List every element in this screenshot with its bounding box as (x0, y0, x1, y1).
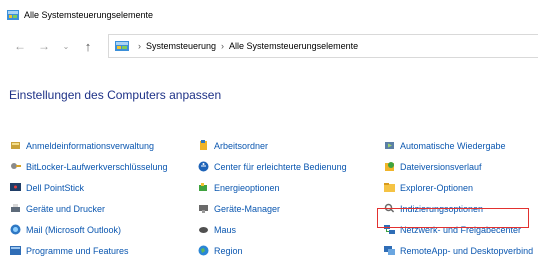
region-icon (198, 245, 209, 256)
item-bitlocker[interactable]: BitLocker-Laufwerkverschlüsselung (10, 156, 168, 177)
device-manager-icon (199, 205, 208, 213)
item-remoteapp[interactable]: RemoteApp- und Desktopverbind (384, 240, 533, 261)
item-programs-features[interactable]: Programme und Features (10, 240, 168, 261)
breadcrumb-separator: › (138, 41, 141, 51)
navigation-bar: ← → ⌄ ↑ › Systemsteuerung › Alle Systems… (0, 34, 538, 58)
item-dell-pointstick[interactable]: Dell PointStick (10, 177, 168, 198)
items-column-2: Arbeitsordner Center für erleichterte Be… (198, 135, 347, 261)
item-region[interactable]: Region (198, 240, 347, 261)
autoplay-icon (385, 142, 394, 149)
item-mail[interactable]: Mail (Microsoft Outlook) (10, 219, 168, 240)
breadcrumb-item[interactable]: Alle Systemsteuerungselemente (229, 41, 358, 51)
credential-manager-icon (11, 142, 20, 149)
item-ease-of-access[interactable]: Center für erleichterte Bedienung (198, 156, 347, 177)
window-title: Alle Systemsteuerungselemente (24, 10, 154, 20)
arrow-up-icon[interactable]: ↑ (78, 36, 98, 56)
item-network-sharing-center[interactable]: Netzwerk- und Freigabecenter (384, 219, 533, 240)
breadcrumb-item[interactable]: Systemsteuerung (146, 41, 216, 51)
control-panel-icon (7, 10, 19, 20)
bitlocker-icon (11, 163, 21, 169)
items-column-1: Anmeldeinformationsverwaltung BitLocker-… (10, 135, 168, 261)
indexing-icon (384, 203, 395, 213)
arrow-right-icon[interactable]: → (34, 36, 54, 56)
item-credential-manager[interactable]: Anmeldeinformationsverwaltung (10, 135, 168, 156)
programs-icon (10, 246, 21, 255)
mail-icon (10, 224, 21, 235)
item-explorer-options[interactable]: Explorer-Optionen (384, 177, 533, 198)
mouse-icon (199, 227, 208, 233)
page-title: Einstellungen des Computers anpassen (9, 88, 222, 102)
power-options-icon (199, 183, 207, 191)
item-work-folders[interactable]: Arbeitsordner (198, 135, 347, 156)
devices-printers-icon (11, 204, 20, 212)
breadcrumb-separator: › (221, 41, 225, 51)
explorer-options-icon (384, 183, 395, 192)
item-file-history[interactable]: Dateiversionsverlauf (384, 156, 533, 177)
network-sharing-icon (384, 225, 395, 234)
control-panel-icon (115, 41, 129, 51)
ease-of-access-icon (198, 161, 209, 172)
items-column-3: Automatische Wiedergabe Dateiversionsver… (384, 135, 533, 261)
chevron-down-icon[interactable]: ⌄ (56, 36, 76, 56)
item-devices-printers[interactable]: Geräte und Drucker (10, 198, 168, 219)
item-device-manager[interactable]: Geräte-Manager (198, 198, 347, 219)
item-mouse[interactable]: Maus (198, 219, 347, 240)
item-indexing-options[interactable]: Indizierungsoptionen (384, 198, 533, 219)
pointstick-icon (10, 183, 21, 191)
window-titlebar: Alle Systemsteuerungselemente (0, 0, 538, 30)
item-autoplay[interactable]: Automatische Wiedergabe (384, 135, 533, 156)
work-folders-icon (200, 140, 207, 150)
item-power-options[interactable]: Energieoptionen (198, 177, 347, 198)
arrow-left-icon[interactable]: ← (10, 36, 30, 56)
remoteapp-icon (384, 246, 395, 255)
address-bar[interactable]: › Systemsteuerung › Alle Systemsteuerung… (108, 34, 538, 58)
file-history-icon (385, 162, 394, 171)
